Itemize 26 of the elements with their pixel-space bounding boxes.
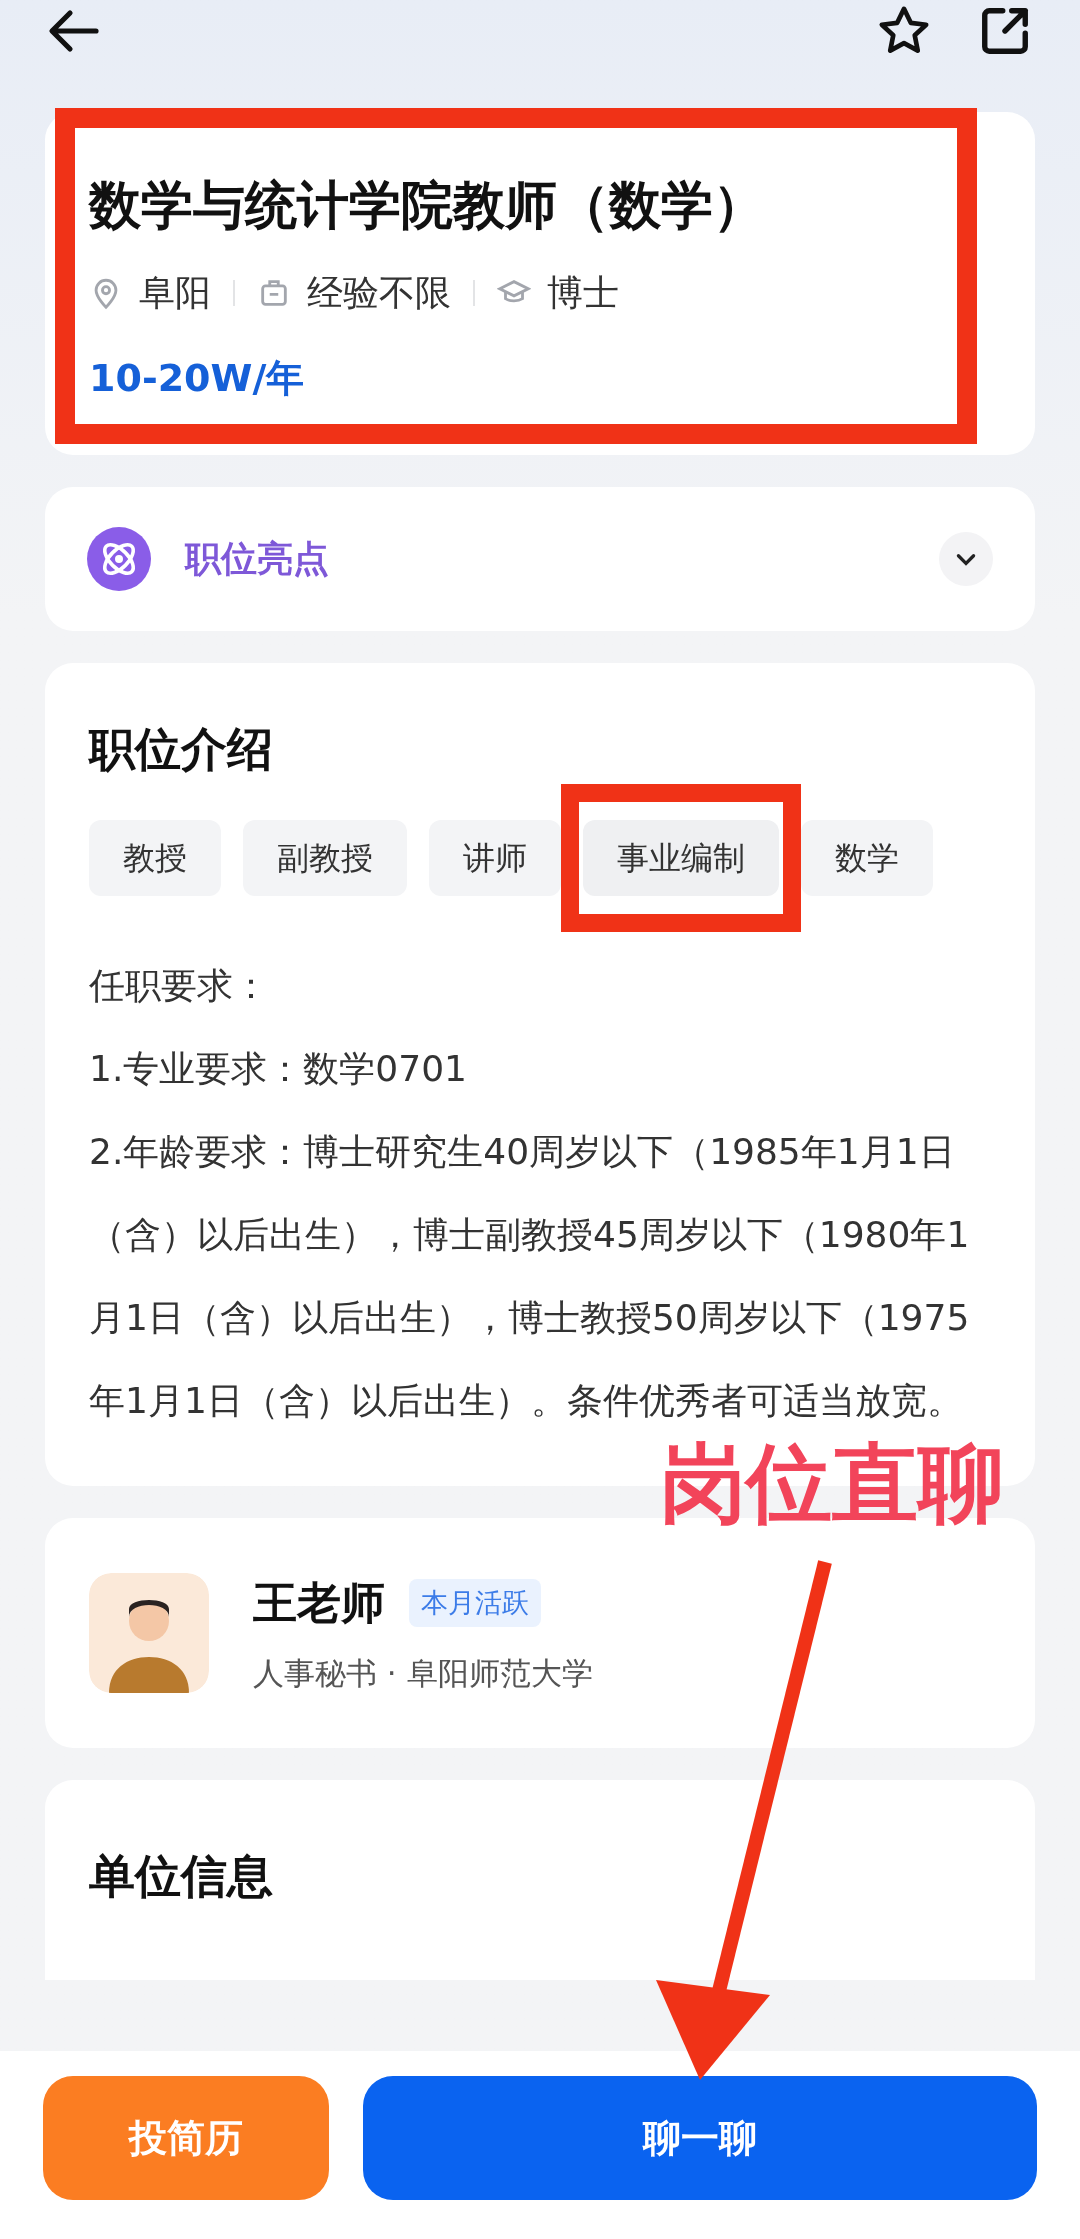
tag: 事业编制 bbox=[583, 820, 779, 897]
job-meta-text: 博士 bbox=[547, 271, 619, 316]
callout-text: 岗位直聊 bbox=[660, 1440, 1004, 1526]
avatar-icon bbox=[89, 1573, 209, 1694]
section-heading: 职位介绍 bbox=[89, 721, 274, 779]
highlights-panel[interactable]: 职位亮点 bbox=[45, 487, 1035, 632]
section-heading: 单位信息 bbox=[89, 1848, 274, 1906]
requirement-text: 任职要求： bbox=[89, 964, 270, 1009]
back-icon[interactable] bbox=[48, 9, 100, 53]
activity-badge: 本月活跃 bbox=[409, 1578, 541, 1628]
job-title: 数学与统计学院教师（数学） bbox=[89, 174, 766, 237]
recruiter-subtitle: 人事秘书 · 阜阳师范大学 bbox=[253, 1654, 593, 1694]
job-meta-text: 经验不限 bbox=[307, 271, 451, 316]
chat-button[interactable]: 聊一聊 bbox=[363, 2076, 1037, 2200]
salary-text: 10-20W/年 bbox=[89, 355, 306, 403]
tag: 副教授 bbox=[243, 820, 407, 897]
recruiter-name: 王老师 bbox=[253, 1576, 385, 1631]
job-meta-text: 阜阳 bbox=[139, 271, 211, 316]
requirement-text: 1.专业要求：数学0701 bbox=[89, 1047, 468, 1092]
highlights-label: 职位亮点 bbox=[185, 537, 329, 582]
apply-button[interactable]: 投简历 bbox=[43, 2076, 329, 2200]
atom-icon bbox=[87, 527, 151, 592]
tag: 讲师 bbox=[429, 820, 561, 897]
tag: 数学 bbox=[801, 820, 933, 897]
requirement-text: 2.年龄要求：博士研究生40周岁以下（1985年1月1日（含）以后出生），博士副教授45周岁以下（1980年1月1日（含）以后出生），博士教授50周岁以下（1975年1月1日（含）以后出生）。条件优秀者可适当放宽。 bbox=[89, 1130, 971, 1424]
tag: 教授 bbox=[89, 820, 221, 897]
